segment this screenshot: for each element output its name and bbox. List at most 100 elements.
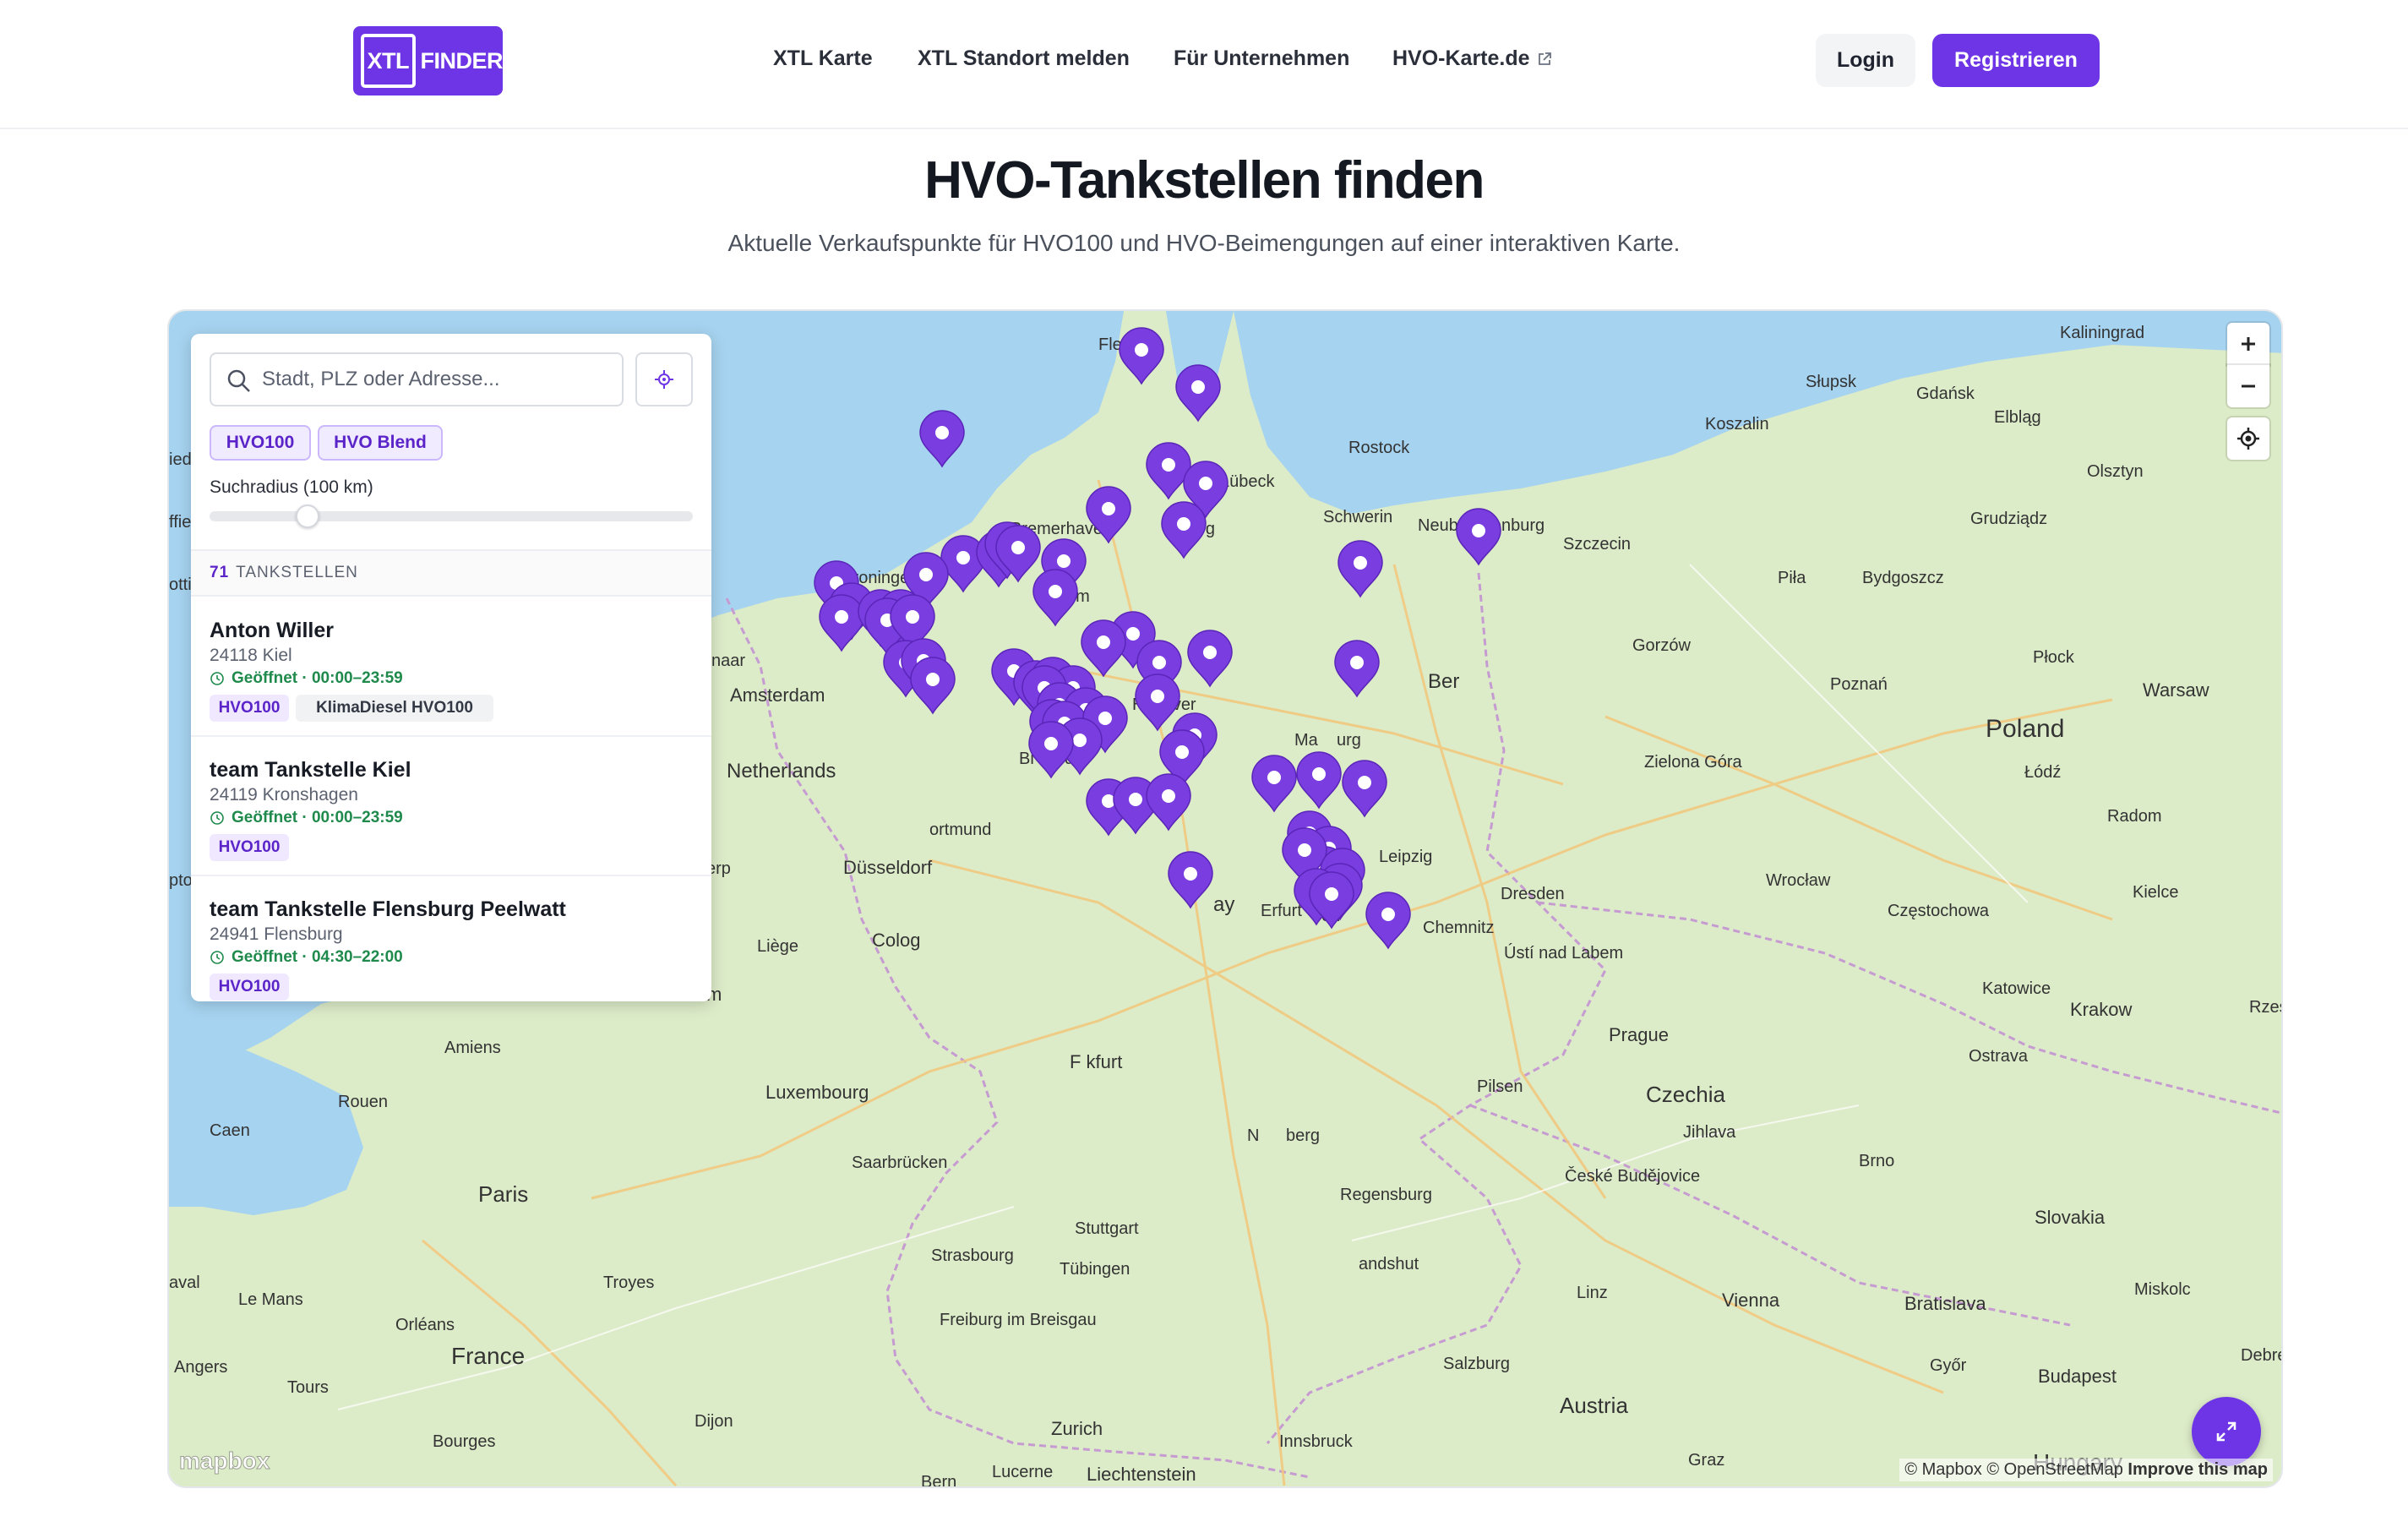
station-item[interactable]: Anton Willer 24118 Kiel Geöffnet · 00:00… [191,598,711,737]
filter-hvo100[interactable]: HVO100 [210,425,311,461]
map-label: urg [1337,731,1361,750]
register-button[interactable]: Registrieren [1932,34,2100,87]
fullscreen-button[interactable] [2192,1397,2261,1466]
map-label: Grudziądz [1970,510,2047,528]
map-label: Colog [872,930,920,951]
map-label: Caen [210,1121,250,1140]
result-count: 71 TANKSTELLEN [191,549,711,597]
map[interactable]: Kaliningrad Słupsk Gdańsk Elbląg Koszali… [167,309,2283,1488]
mapbox-logo[interactable]: mapbox [178,1448,270,1475]
map-label: Fle [1098,335,1122,354]
map-label: Vienna [1722,1290,1780,1311]
search-box[interactable] [210,352,624,406]
map-label: Dijon [695,1412,733,1431]
result-count-number: 71 [210,564,230,581]
map-label: Regensburg [1340,1186,1432,1204]
geolocate-icon [2237,428,2259,450]
expand-icon [2216,1421,2236,1442]
map-label: naar [711,652,745,670]
attribution-text[interactable]: © Mapbox © OpenStreetMap [1904,1460,2123,1479]
map-label: Düsseldorf [843,857,933,878]
station-item[interactable]: team Tankstelle Flensburg Peelwatt 24941… [191,877,711,1001]
map-label: Wrocław [1766,871,1831,890]
nav-xtl-standort-melden[interactable]: XTL Standort melden [918,46,1130,71]
zoom-in-button[interactable] [2227,323,2269,365]
map-label: Ma [1294,731,1319,750]
map-label: Prague [1609,1024,1669,1045]
geolocate-button[interactable] [2227,417,2269,460]
map-label: Liège [757,937,798,956]
map-label: Erfurt [1261,902,1302,920]
map-label: Pilsen [1477,1077,1523,1096]
station-status: Geöffnet · 00:00–23:59 [210,669,403,688]
result-count-label: TANKSTELLEN [236,564,358,581]
map-label: Tübingen [1060,1260,1130,1279]
station-panel: HVO100 HVO Blend Suchradius (100 km) 71 … [191,334,711,1001]
station-name: team Tankstelle Flensburg Peelwatt [210,897,566,921]
external-link-icon [1538,52,1551,66]
map-label: Paris [478,1181,528,1207]
map-label: Lucerne [992,1463,1053,1481]
radius-slider-thumb[interactable] [296,504,319,528]
map-label: Bourges [433,1432,496,1451]
station-status-text: Geöffnet · 00:00–23:59 [232,669,403,687]
map-label: Ber [1428,670,1459,693]
map-label: France [451,1343,525,1369]
station-item[interactable]: team Tankstelle Kiel 24119 Kronshagen Ge… [191,738,711,876]
map-label: Bratislava [1904,1293,1986,1314]
zoom-out-button[interactable] [2227,365,2269,407]
map-label: Linz [1577,1284,1608,1302]
map-label: Amsterdam [730,684,825,706]
station-status: Geöffnet · 00:00–23:59 [210,809,403,827]
improve-map-link[interactable]: Improve this map [2127,1460,2268,1479]
map-label: Gorzów [1632,636,1691,655]
map-label: berg [1286,1126,1320,1145]
map-label: Płock [2033,648,2075,667]
map-label: Leipzig [1379,848,1432,866]
map-label: Poznań [1830,675,1888,694]
map-label: Zielona Góra [1644,753,1742,772]
map-label: Szczecin [1563,535,1631,554]
map-label: Kaliningrad [2060,324,2144,342]
map-label: Bydgoszcz [1862,569,1944,587]
clock-icon [210,951,224,964]
locate-button[interactable] [635,352,693,406]
map-label: Ostrava [1969,1047,2029,1066]
map-label: Czechia [1646,1082,1725,1107]
nav-fur-unternehmen[interactable]: Für Unternehmen [1174,46,1349,71]
map-label: Gdańsk [1916,384,1975,403]
map-label: ay [1213,893,1234,916]
nav-xtl-karte[interactable]: XTL Karte [773,46,873,71]
map-label: Piła [1778,569,1806,587]
map-label: Chemnitz [1423,919,1494,937]
minus-icon [2242,384,2255,388]
map-label: Warsaw [2143,679,2209,701]
map-label: Le Mans [238,1290,303,1309]
map-label: aval [169,1273,200,1292]
nav-hvo-karte-label: HVO-Karte.de [1392,46,1530,70]
map-label: Slovakia [2035,1207,2106,1228]
map-label: Lübeck [1220,472,1275,491]
map-label: Poland [1986,715,2064,743]
search-input[interactable] [262,363,617,396]
station-status: Geöffnet · 04:30–22:00 [210,948,403,967]
map-label: Rouen [338,1093,388,1111]
site-header: XTL FINDER XTL Karte XTL Standort melden… [0,0,2408,129]
search-icon [227,369,250,392]
map-label: N [1247,1126,1259,1145]
map-label: Saarbrücken [852,1154,947,1172]
map-label: Dresden [1501,885,1565,903]
page-subtitle: Aktuelle Verkaufspunkte für HVO100 und H… [727,230,1681,256]
login-button[interactable]: Login [1816,34,1915,87]
map-label: Troyes [603,1273,654,1292]
map-label: Kielce [2133,883,2178,902]
filter-hvo-blend[interactable]: HVO Blend [318,425,443,461]
map-label: Łódź [2024,763,2061,782]
map-label: otti [169,575,192,594]
station-tag: KlimaDiesel HVO100 [296,695,493,722]
map-label: Schwerin [1323,508,1392,526]
radius-slider[interactable] [210,511,693,521]
map-label: Austria [1560,1393,1628,1418]
map-label: Orléans [395,1316,455,1334]
nav-hvo-karte[interactable]: HVO-Karte.de [1392,46,1552,71]
